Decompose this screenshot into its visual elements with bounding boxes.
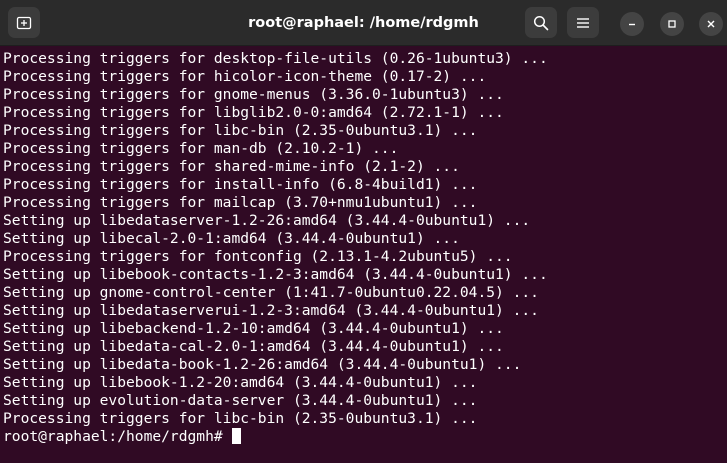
- minimize-icon: [629, 23, 635, 26]
- title-bar[interactable]: root@raphael: /home/rdgmh: [0, 0, 727, 46]
- shell-prompt: root@raphael:/home/rdgmh#: [3, 428, 232, 445]
- text-cursor: [232, 428, 242, 444]
- minimize-button[interactable]: [620, 12, 644, 36]
- output-line: Setting up libebook-1.2-20:amd64 (3.44.4…: [3, 374, 478, 391]
- output-line: Processing triggers for libc-bin (2.35-0…: [3, 410, 478, 427]
- close-button[interactable]: [699, 12, 723, 36]
- output-line: Setting up libedataserverui-1.2-3:amd64 …: [3, 302, 539, 319]
- output-line: Processing triggers for mailcap (3.70+nm…: [3, 194, 478, 211]
- new-tab-icon: [16, 16, 32, 29]
- new-tab-button[interactable]: [8, 7, 40, 38]
- output-line: Setting up gnome-control-center (1:41.7-…: [3, 284, 539, 301]
- output-line: Setting up libedataserver-1.2-26:amd64 (…: [3, 212, 531, 229]
- output-line: Processing triggers for install-info (6.…: [3, 176, 478, 193]
- output-line: Processing triggers for shared-mime-info…: [3, 158, 460, 175]
- output-line: Setting up libecal-2.0-1:amd64 (3.44.4-0…: [3, 230, 460, 247]
- output-line: Setting up libedata-book-1.2-26:amd64 (3…: [3, 356, 522, 373]
- output-line: Setting up evolution-data-server (3.44.4…: [3, 392, 478, 409]
- hamburger-menu-icon: [577, 17, 589, 28]
- terminal-window: root@raphael: /home/rdgmh Processing tri…: [0, 0, 727, 463]
- output-line: Setting up libebook-contacts-1.2-3:amd64…: [3, 266, 548, 283]
- menu-button[interactable]: [567, 7, 599, 38]
- search-icon: [533, 15, 549, 30]
- output-line: Processing triggers for hicolor-icon-the…: [3, 68, 487, 85]
- prompt-line[interactable]: root@raphael:/home/rdgmh#: [3, 428, 727, 446]
- maximize-icon: [668, 20, 676, 28]
- window-title: root@raphael: /home/rdgmh: [248, 15, 479, 31]
- close-icon: [707, 20, 715, 28]
- output-line: Setting up libedata-cal-2.0-1:amd64 (3.4…: [3, 338, 504, 355]
- output-line: Processing triggers for desktop-file-uti…: [3, 50, 548, 67]
- output-line: Setting up libebackend-1.2-10:amd64 (3.4…: [3, 320, 504, 337]
- output-line: Processing triggers for libc-bin (2.35-0…: [3, 122, 478, 139]
- search-button[interactable]: [525, 7, 557, 38]
- output-line: Processing triggers for fontconfig (2.13…: [3, 248, 513, 265]
- output-line: Processing triggers for gnome-menus (3.3…: [3, 86, 504, 103]
- output-line: Processing triggers for man-db (2.10.2-1…: [3, 140, 399, 157]
- output-line: Processing triggers for libglib2.0-0:amd…: [3, 104, 504, 121]
- terminal-output[interactable]: Processing triggers for desktop-file-uti…: [0, 47, 727, 463]
- maximize-button[interactable]: [660, 12, 684, 36]
